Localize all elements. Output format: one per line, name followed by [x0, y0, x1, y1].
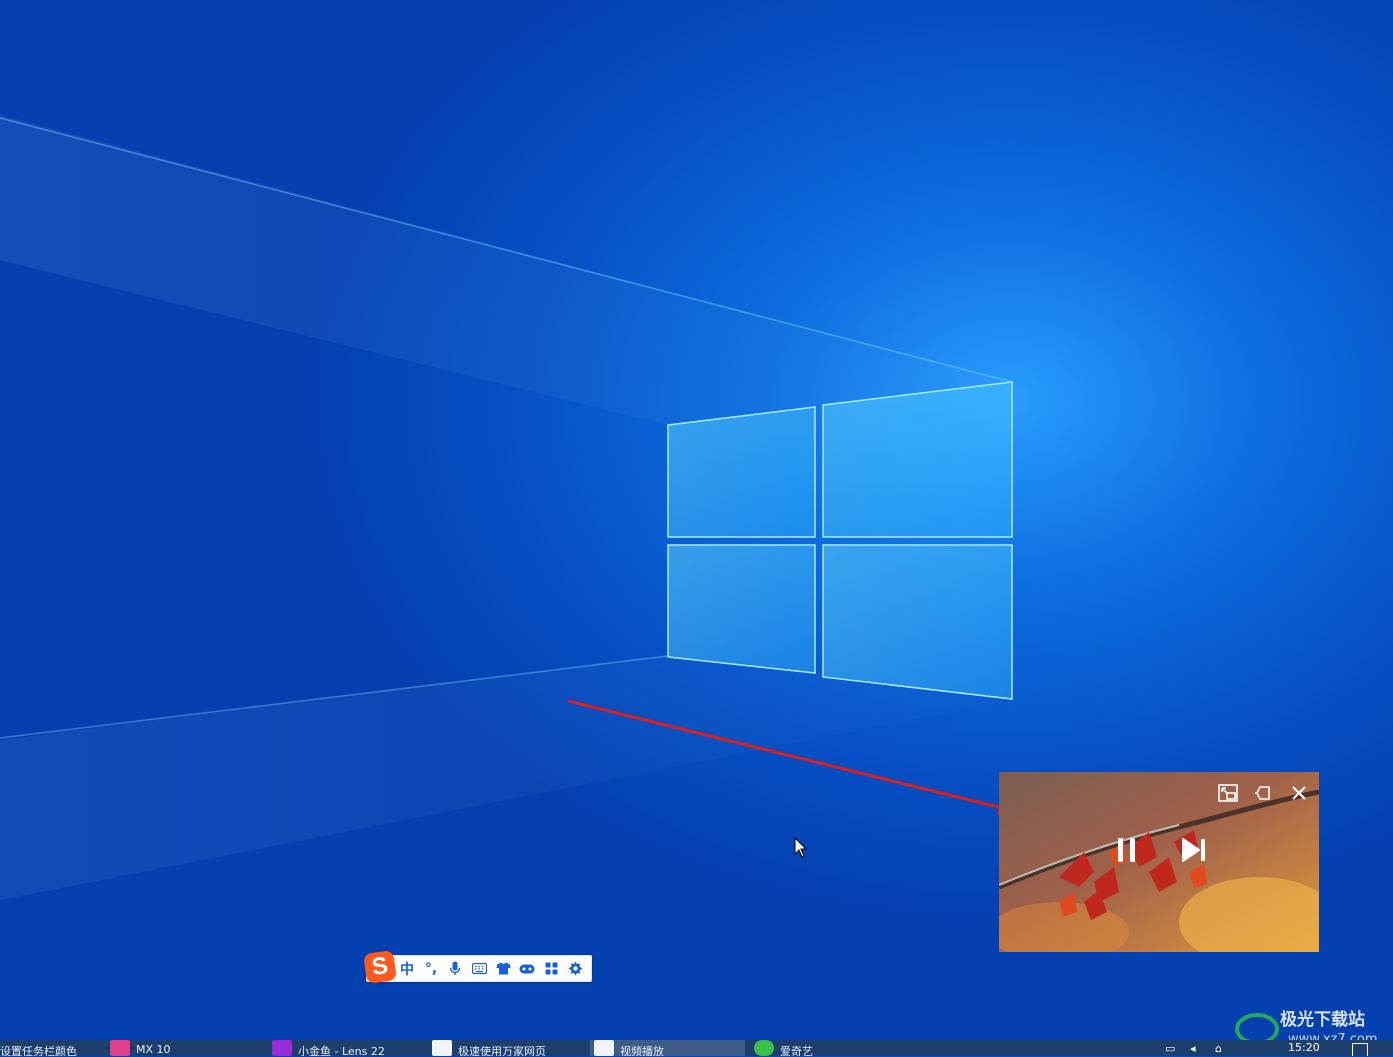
mic-icon[interactable] [443, 956, 467, 981]
ime-mode-toggle[interactable]: 中 [395, 956, 419, 981]
apps-icon[interactable] [539, 956, 563, 981]
tray-power-icon[interactable]: ⌂ [1215, 1042, 1222, 1055]
ime-toolbar[interactable]: S 中 °, [363, 949, 592, 984]
app-icon [754, 1040, 774, 1056]
next-icon[interactable] [1179, 834, 1209, 866]
taskbar-item-label: MX 10 [136, 1043, 171, 1056]
taskbar-item-6[interactable]: 爱奇艺 [754, 1040, 904, 1056]
tray-volume-icon[interactable]: ◂ [1190, 1042, 1196, 1055]
close-icon[interactable] [1288, 782, 1310, 804]
pip-video-window[interactable] [999, 772, 1319, 952]
taskbar-item-2[interactable]: MX 10 [110, 1040, 260, 1056]
game-icon[interactable] [515, 956, 539, 981]
taskbar-item-3[interactable]: 小金鱼 - Lens 22 [272, 1040, 422, 1056]
pin-icon[interactable] [1252, 782, 1274, 804]
taskbar-item-5[interactable]: 视频播放 [590, 1040, 745, 1056]
sogou-logo-icon[interactable]: S [363, 949, 397, 984]
app-icon [594, 1040, 614, 1056]
taskbar-item-1[interactable]: 设置任务栏颜色 [0, 1040, 100, 1056]
taskbar-item-label: 极速使用万家网页 [458, 1045, 546, 1056]
ime-punct-toggle[interactable]: °, [419, 956, 443, 981]
taskbar-item-label: 小金鱼 - Lens 22 [298, 1045, 385, 1056]
tray-clock[interactable]: 15:20 [1288, 1041, 1320, 1054]
taskbar-item-4[interactable]: 极速使用万家网页 [432, 1040, 582, 1056]
notification-icon[interactable] [1352, 1043, 1368, 1056]
app-icon [432, 1040, 452, 1056]
exit-pip-icon[interactable] [1217, 782, 1239, 804]
pause-icon[interactable] [1113, 834, 1141, 866]
svg-text:极光下载站: 极光下载站 [1280, 1009, 1365, 1030]
taskbar-item-label: 视频播放 [620, 1045, 664, 1056]
taskbar-item-label: 设置任务栏颜色 [0, 1045, 77, 1056]
mouse-cursor-icon [794, 836, 808, 863]
tray-network-icon[interactable]: ▭ [1165, 1042, 1175, 1055]
app-icon [110, 1040, 130, 1056]
skin-icon[interactable] [491, 956, 515, 981]
taskbar[interactable]: 设置任务栏颜色 MX 10 小金鱼 - Lens 22 极速使用万家网页 视频播… [0, 1040, 1393, 1056]
settings-icon[interactable] [563, 956, 587, 981]
keyboard-icon[interactable] [467, 956, 491, 981]
taskbar-item-label: 爱奇艺 [780, 1045, 813, 1056]
app-icon [272, 1040, 292, 1056]
